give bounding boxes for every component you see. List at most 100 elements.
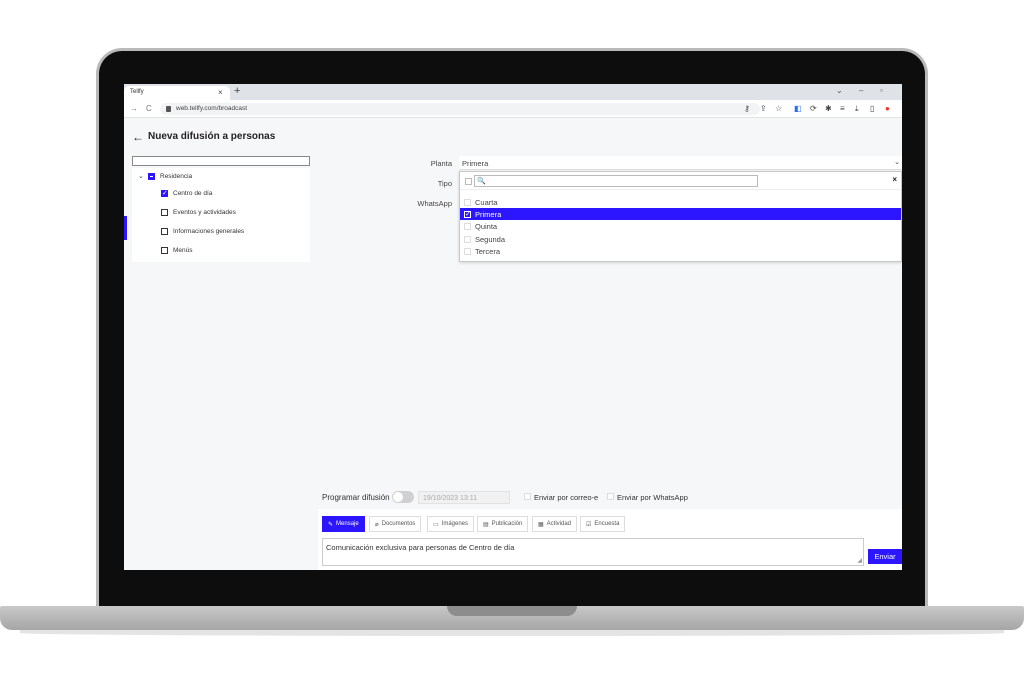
option-checkbox[interactable] xyxy=(464,222,471,230)
schedule-date-input[interactable]: 19/10/2023 13:11 xyxy=(418,491,510,504)
option-checkbox[interactable] xyxy=(464,210,471,218)
pencil-icon: ✎ xyxy=(328,521,334,528)
email-checkbox[interactable] xyxy=(524,493,531,500)
tree-search-input[interactable] xyxy=(132,156,310,166)
minimize-icon[interactable]: – xyxy=(859,86,863,95)
tree-item-label: Informaciones generales xyxy=(173,228,245,235)
option-checkbox[interactable] xyxy=(464,235,471,243)
profile-icon[interactable]: ● xyxy=(885,104,890,113)
planta-selected-value: Primera xyxy=(462,159,489,168)
option-label: Tercera xyxy=(475,246,501,256)
option-tercera[interactable]: Tercera xyxy=(460,245,901,257)
message-text: Comunicación exclusiva para personas de … xyxy=(326,543,515,552)
forward-icon[interactable]: → xyxy=(130,104,138,113)
tab-label: Actividad xyxy=(546,521,572,527)
browser-tabbar: Tellfy × + ⌄ – ▫ xyxy=(124,84,902,100)
category-tree: ⌄ Residencia Centro de día Eventos y act… xyxy=(132,168,310,262)
option-label: Cuarta xyxy=(475,197,498,207)
tab-close-icon[interactable]: × xyxy=(218,88,223,97)
planta-dropdown: 🔍 × Cuarta Primera Quinta Segunda Tercer… xyxy=(459,171,902,262)
page-title: Nueva difusión a personas xyxy=(148,131,276,142)
chevron-down-icon[interactable]: ⌄ xyxy=(138,172,148,180)
lock-icon xyxy=(166,106,171,112)
option-quinta[interactable]: Quinta xyxy=(460,220,901,232)
new-tab-icon[interactable]: + xyxy=(234,85,240,97)
tab-actividad[interactable]: ▦ Actividad xyxy=(532,516,578,532)
chevron-down-icon[interactable]: ⌄ xyxy=(894,158,900,166)
tab-mensaje[interactable]: ✎ Mensaje xyxy=(322,516,365,532)
whatsapp-checkbox[interactable] xyxy=(607,493,614,500)
newspaper-icon: ▤ xyxy=(483,521,489,528)
email-label: Enviar por correo-e xyxy=(534,493,599,502)
sidepanel-icon[interactable]: ▯ xyxy=(870,104,874,113)
translate-icon[interactable]: ⟳ xyxy=(810,104,817,113)
eventos-checkbox[interactable] xyxy=(161,209,168,216)
tab-label: Mensaje xyxy=(336,521,359,527)
tab-label: Imágenes xyxy=(441,521,469,527)
screen: Tellfy × + ⌄ – ▫ → C web.tellfy.com/broa… xyxy=(124,84,902,570)
tree-item-label: Residencia xyxy=(160,172,193,180)
option-label: Primera xyxy=(475,209,502,219)
share-icon[interactable]: ⇪ xyxy=(760,104,767,113)
side-accent-bar xyxy=(124,216,127,240)
address-bar[interactable]: web.tellfy.com/broadcast xyxy=(160,103,760,115)
tab-label: Encuesta xyxy=(594,521,620,527)
dropdown-filter-input[interactable]: 🔍 xyxy=(474,175,758,187)
tree-item-centro-de-dia[interactable]: Centro de día xyxy=(161,189,212,197)
option-segunda[interactable]: Segunda xyxy=(460,233,901,245)
option-primera[interactable]: Primera xyxy=(460,208,901,220)
schedule-toggle[interactable] xyxy=(392,491,414,503)
tree-item-label: Menús xyxy=(173,247,193,254)
poll-icon: ☑ xyxy=(586,521,592,528)
tree-item-residencia[interactable]: ⌄ Residencia xyxy=(138,172,192,180)
tab-label: Documentos xyxy=(381,521,416,527)
maximize-icon[interactable]: ▫ xyxy=(880,86,883,95)
download-icon[interactable]: ⤓ xyxy=(855,104,859,114)
option-label: Segunda xyxy=(475,234,506,244)
select-all-checkbox[interactable] xyxy=(465,178,472,185)
url-text: web.tellfy.com/broadcast xyxy=(176,105,248,112)
tab-encuesta[interactable]: ☑ Encuesta xyxy=(580,516,626,532)
browser-tab[interactable]: Tellfy × xyxy=(124,86,230,100)
star-icon[interactable]: ☆ xyxy=(775,104,782,113)
search-icon: 🔍 xyxy=(477,178,486,185)
image-icon: ▭ xyxy=(433,521,439,528)
puzzle-icon[interactable]: ✱ xyxy=(825,104,832,113)
browser-toolbar: → C web.tellfy.com/broadcast ⚷ ⇪ ☆ ◧ ⟳ ✱… xyxy=(124,100,902,118)
planta-select[interactable]: Primera ⌄ xyxy=(459,156,902,170)
date-value: 19/10/2023 13:11 xyxy=(423,495,477,502)
whatsapp-send-label: Enviar por WhatsApp xyxy=(617,493,688,502)
residencia-checkbox[interactable] xyxy=(148,172,155,180)
reload-icon[interactable]: C xyxy=(146,104,152,113)
tree-item-informaciones[interactable]: Informaciones generales xyxy=(161,228,244,235)
laptop-notch xyxy=(447,606,577,616)
message-textarea[interactable]: Comunicación exclusiva para personas de … xyxy=(322,538,864,566)
calendar-icon: ▦ xyxy=(538,521,544,528)
informaciones-checkbox[interactable] xyxy=(161,228,168,235)
tree-item-eventos[interactable]: Eventos y actividades xyxy=(161,209,236,216)
option-checkbox[interactable] xyxy=(464,247,471,255)
planta-label: Planta xyxy=(430,159,452,168)
tab-imagenes[interactable]: ▭ Imágenes xyxy=(427,516,475,532)
key-icon[interactable]: ⚷ xyxy=(744,104,750,113)
tab-publicacion[interactable]: ▤ Publicación xyxy=(477,516,529,532)
option-cuarta[interactable]: Cuarta xyxy=(460,196,901,208)
tree-item-menus[interactable]: Menús xyxy=(161,247,193,254)
reading-list-icon[interactable]: ≡ xyxy=(840,104,845,113)
centro-de-dia-checkbox[interactable] xyxy=(161,189,168,197)
close-icon[interactable]: × xyxy=(892,175,897,184)
menus-checkbox[interactable] xyxy=(161,247,168,254)
tab-search-icon[interactable]: ⌄ xyxy=(836,86,843,95)
resize-grip-icon[interactable]: ◢ xyxy=(857,557,862,564)
toggle-knob xyxy=(393,492,403,502)
back-icon[interactable]: ← xyxy=(132,130,144,144)
tab-title: Tellfy xyxy=(130,89,144,95)
option-checkbox[interactable] xyxy=(464,198,471,206)
whatsapp-label: WhatsApp xyxy=(417,199,452,208)
tipo-label: Tipo xyxy=(437,179,452,188)
send-button[interactable]: Enviar xyxy=(868,549,902,564)
extension-icon[interactable]: ◧ xyxy=(794,104,802,113)
dropdown-header: 🔍 × xyxy=(460,172,901,190)
tab-documentos[interactable]: ⌀ Documentos xyxy=(369,516,422,532)
tree-item-label: Eventos y actividades xyxy=(173,209,236,216)
